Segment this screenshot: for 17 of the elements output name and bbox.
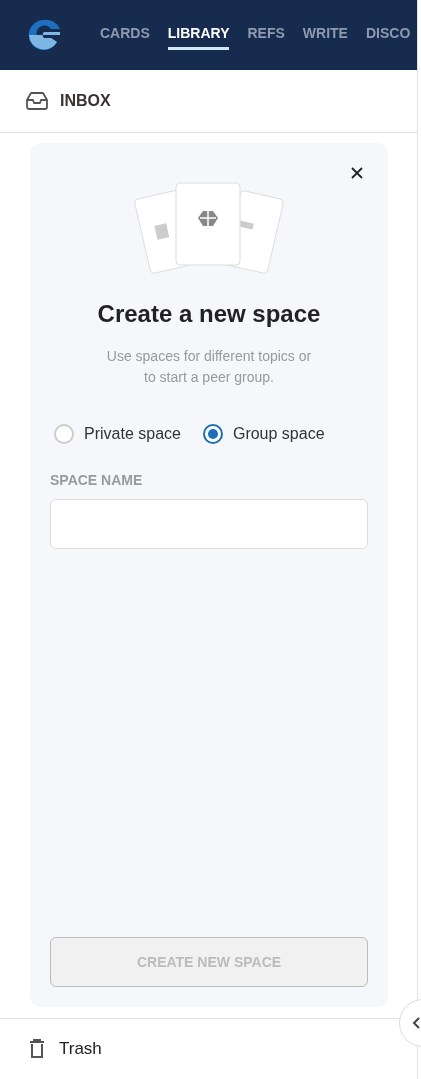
- section-title: INBOX: [60, 92, 111, 110]
- chevron-left-icon: [412, 1017, 420, 1029]
- dialog-title: Create a new space: [97, 300, 321, 328]
- space-name-field[interactable]: [50, 499, 368, 549]
- logo-icon: [28, 19, 60, 51]
- nav-tab[interactable]: LIBRARY: [167, 20, 230, 50]
- nav-tab[interactable]: DISCO: [365, 20, 411, 50]
- nav-tab[interactable]: WRITE: [302, 20, 348, 50]
- dialog-subtitle: Use spaces for different topics or to start a peer group.: [106, 347, 312, 387]
- trash-label[interactable]: Trash: [59, 1039, 102, 1059]
- nav-tab[interactable]: REFS: [247, 20, 285, 50]
- trash-icon: [29, 1039, 45, 1059]
- nav-tab[interactable]: CARDS: [100, 20, 150, 50]
- radio-option[interactable]: Group space: [202, 424, 325, 444]
- radio-option[interactable]: Private space: [54, 424, 181, 444]
- inbox-icon: [26, 92, 48, 110]
- field-label: SPACE NAME: [50, 472, 144, 488]
